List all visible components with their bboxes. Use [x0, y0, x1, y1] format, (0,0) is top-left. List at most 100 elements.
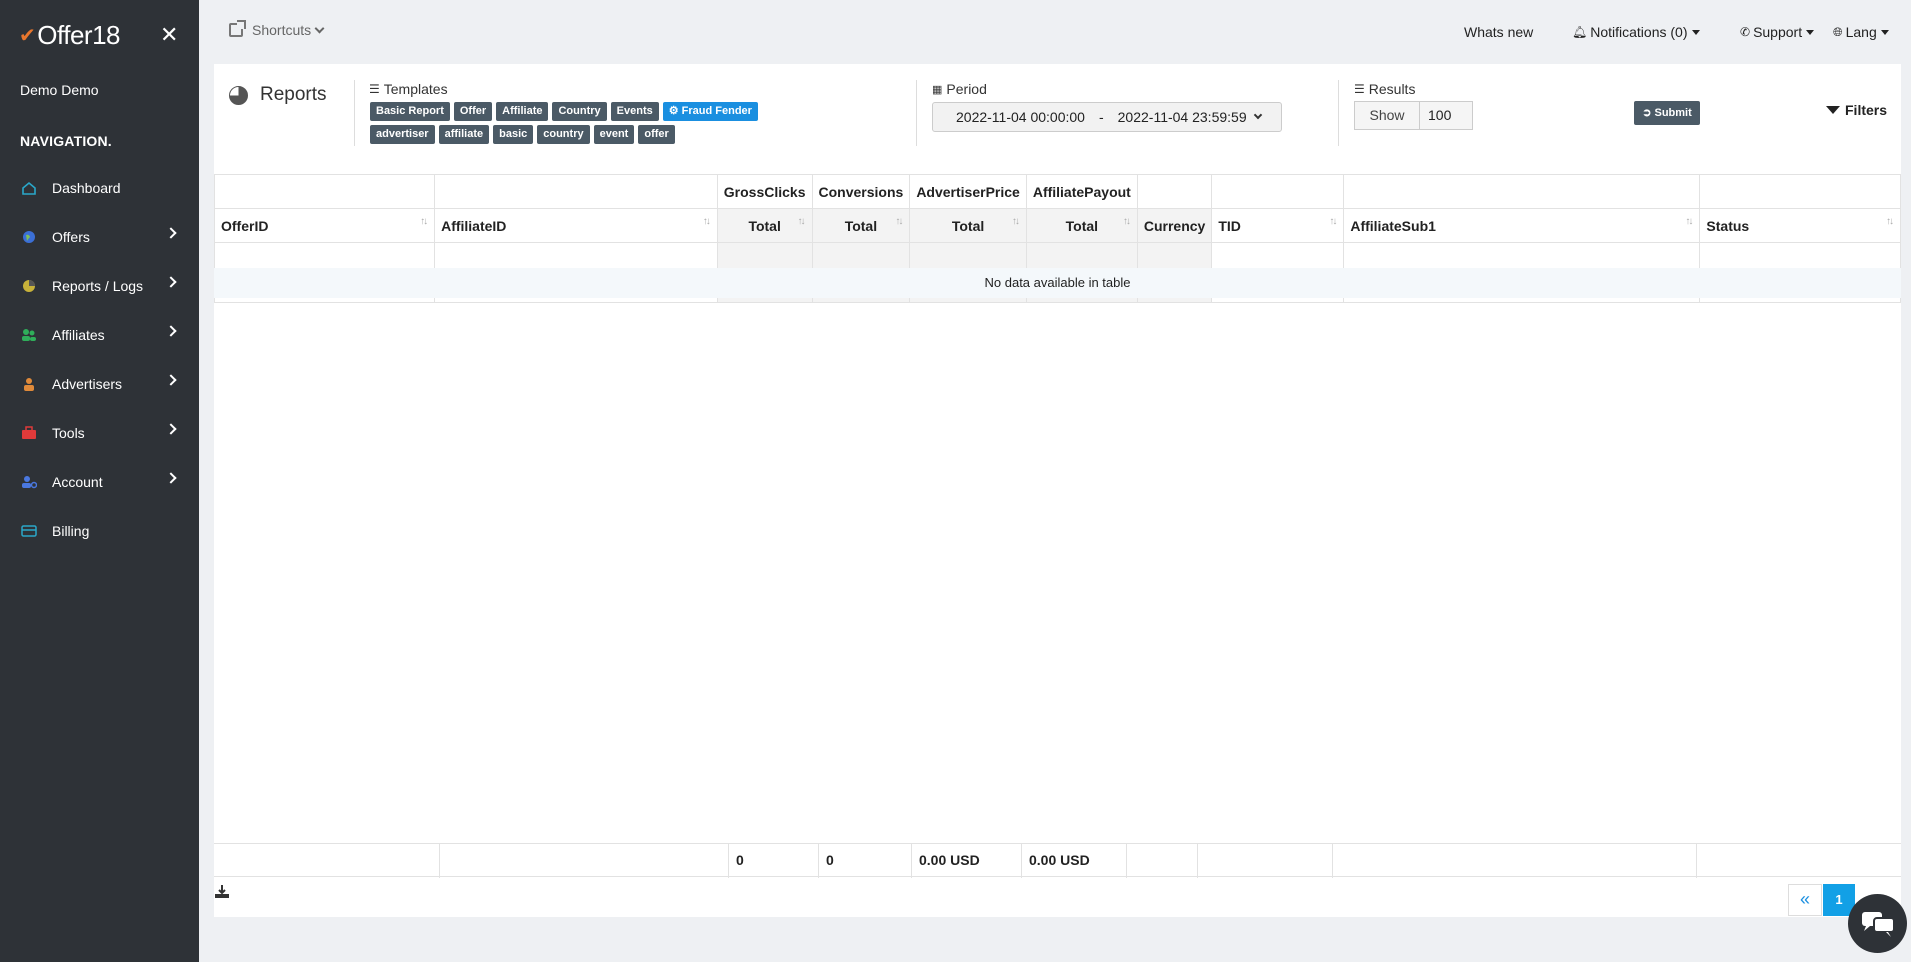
group-spacer: [1211, 174, 1345, 209]
sidebar-item-affiliates[interactable]: Affiliates: [0, 310, 199, 359]
column-currency[interactable]: Currency: [1136, 208, 1213, 243]
template-event[interactable]: event: [593, 125, 635, 144]
period-label-text: Period: [946, 81, 987, 97]
group-advertiser-price: AdvertiserPrice: [909, 174, 1027, 209]
chevron-right-icon: [165, 276, 177, 288]
external-link-icon: [229, 20, 246, 37]
chevron-right-icon: [165, 227, 177, 239]
template-fraud-fender[interactable]: ⚙ Fraud Fender: [662, 102, 758, 121]
templates-row-1: Basic Report Offer Affiliate Country Eve…: [370, 102, 790, 121]
whats-new-link[interactable]: Whats new: [1464, 24, 1533, 40]
nav-heading: NAVIGATION.: [20, 133, 112, 149]
chat-widget[interactable]: [1848, 894, 1907, 953]
template-country[interactable]: Country: [552, 102, 607, 121]
totals-row: 0 0 0.00 USD 0.00 USD: [214, 843, 1901, 878]
user-name[interactable]: Demo Demo: [20, 82, 99, 98]
reports-header: Reports ☰ Templates Basic Report Offer A…: [214, 64, 1901, 174]
group-gross-clicks: GrossClicks: [716, 174, 813, 209]
brand-name: Offer18: [37, 20, 121, 50]
sidebar-item-billing[interactable]: Billing: [0, 506, 199, 555]
column-advertiser-price-total[interactable]: Total ↑↓: [909, 208, 1027, 243]
column-tid[interactable]: TID ↑↓: [1211, 208, 1345, 243]
table-cell: [1197, 844, 1332, 878]
column-label: Status: [1706, 217, 1750, 234]
template-advertiser[interactable]: advertiser: [370, 125, 435, 144]
results-label-text: Results: [1368, 81, 1416, 97]
template-offer[interactable]: Offer: [453, 102, 493, 121]
group-affiliate-payout: AffiliatePayout: [1025, 174, 1138, 209]
template-offer-lower[interactable]: offer: [638, 125, 675, 144]
template-basic-report[interactable]: Basic Report: [370, 102, 450, 121]
results-label: ☰ Results: [1354, 81, 1415, 97]
template-affiliate-lower[interactable]: affiliate: [438, 125, 490, 144]
shortcuts-label: Shortcuts: [252, 22, 312, 38]
phone-icon: ✆: [1740, 25, 1751, 39]
bell-icon: 🔔︎: [1572, 25, 1588, 39]
close-sidebar-icon[interactable]: ✕: [160, 22, 178, 48]
template-fraud-fender-label: Fraud Fender: [681, 105, 752, 117]
column-label: OfferID: [221, 217, 269, 234]
sidebar-item-label: Reports / Logs: [52, 277, 144, 294]
shortcuts-dropdown[interactable]: Shortcuts: [229, 20, 325, 38]
template-affiliate[interactable]: Affiliate: [496, 102, 549, 121]
sort-icon: ↑↓: [797, 216, 806, 227]
sidebar-item-reports[interactable]: Reports / Logs: [0, 261, 199, 310]
column-affiliate-id[interactable]: AffiliateID ↑↓: [434, 208, 718, 243]
group-conversions: Conversions: [811, 174, 911, 209]
group-spacer: [434, 174, 718, 209]
template-events[interactable]: Events: [610, 102, 659, 121]
filters-button[interactable]: Filters: [1826, 102, 1887, 118]
arrow-circle-icon: ➲: [1642, 107, 1652, 119]
sort-icon: ↑↓: [1329, 216, 1337, 227]
results-count-input[interactable]: 100: [1419, 101, 1473, 130]
sidebar: ✔ Offer18 ✕ Demo Demo NAVIGATION. Dashbo…: [0, 0, 199, 962]
template-country-lower[interactable]: country: [537, 125, 590, 144]
column-affiliate-payout-total[interactable]: Total ↑↓: [1025, 208, 1138, 243]
chevron-down-icon: [1253, 110, 1262, 120]
total-advertiser-price: 0.00 USD: [911, 844, 1021, 878]
divider: [1338, 80, 1339, 146]
sidebar-item-label: Tools: [52, 424, 85, 441]
support-dropdown[interactable]: ✆ Support: [1740, 24, 1815, 40]
download-icon[interactable]: [214, 884, 230, 900]
support-label: Support: [1753, 24, 1803, 40]
chevron-right-icon: [165, 325, 177, 337]
lang-dropdown[interactable]: 🌐︎ Lang: [1833, 24, 1889, 40]
sidebar-item-dashboard[interactable]: Dashboard: [0, 163, 199, 212]
users-icon: [22, 328, 36, 341]
column-conversions-total[interactable]: Total ↑↓: [811, 208, 911, 243]
period-picker[interactable]: 2022-11-04 00:00:00 - 2022-11-04 23:59:5…: [932, 102, 1282, 132]
credit-card-icon: [21, 524, 37, 537]
sort-icon: ↑↓: [1122, 216, 1131, 227]
user-tie-icon: [24, 377, 34, 391]
column-affiliate-sub1[interactable]: AffiliateSub1 ↑↓: [1343, 208, 1701, 243]
column-status[interactable]: Status ↑↓: [1699, 208, 1901, 243]
sidebar-item-offers[interactable]: Offers: [0, 212, 199, 261]
period-end: 2022-11-04 23:59:59: [1117, 109, 1247, 125]
table-cell: [1332, 844, 1696, 878]
period-start: 2022-11-04 00:00:00: [956, 109, 1085, 125]
globe-icon: 🌐︎: [1833, 24, 1843, 39]
total-gross-clicks: 0: [728, 844, 818, 878]
period-label: ▦ Period: [932, 81, 987, 97]
sidebar-item-tools[interactable]: Tools: [0, 408, 199, 457]
column-gross-clicks-total[interactable]: Total ↑↓: [716, 208, 813, 243]
show-label: Show: [1354, 101, 1420, 130]
sidebar-item-account[interactable]: Account: [0, 457, 199, 506]
period-separator: -: [1098, 109, 1104, 125]
template-basic[interactable]: basic: [493, 125, 534, 144]
globe-icon: [23, 230, 35, 243]
table-cell: [1126, 844, 1197, 878]
layers-icon: ☰: [369, 82, 380, 96]
total-affiliate-payout: 0.00 USD: [1021, 844, 1126, 878]
brand-logo[interactable]: ✔ Offer18: [19, 20, 121, 51]
sidebar-item-advertisers[interactable]: Advertisers: [0, 359, 199, 408]
nav-list: Dashboard Offers Reports / Logs Affiliat…: [0, 163, 199, 555]
notifications-dropdown[interactable]: 🔔︎ Notifications (0): [1572, 24, 1700, 40]
chevron-down-icon: [314, 23, 325, 33]
pagination-prev[interactable]: «: [1788, 884, 1822, 916]
submit-button[interactable]: ➲ Submit: [1634, 101, 1700, 125]
sort-icon: ↑↓: [1011, 216, 1020, 227]
column-offer-id[interactable]: OfferID ↑↓: [213, 208, 436, 243]
list-icon: ☰: [1354, 82, 1365, 96]
